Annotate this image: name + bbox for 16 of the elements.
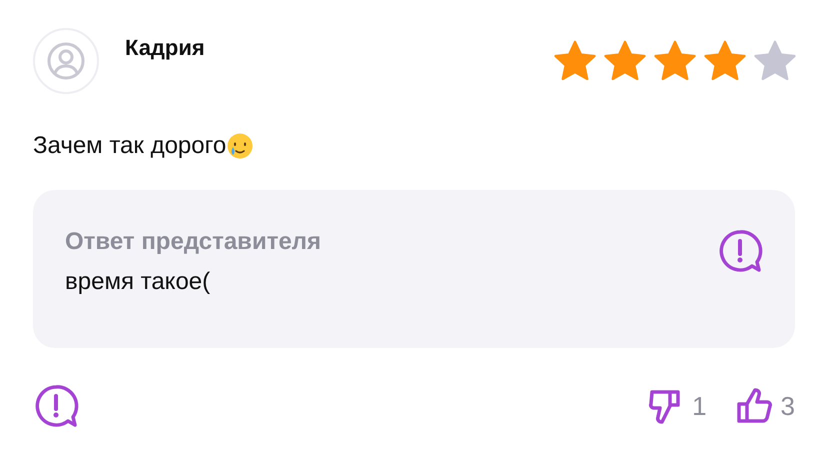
star-icon <box>702 39 748 83</box>
star-icon <box>752 39 798 83</box>
report-icon[interactable] <box>717 228 763 274</box>
reply-text: время такое( <box>65 268 212 296</box>
author-name: Кадрия <box>125 35 205 61</box>
user-icon <box>47 42 85 80</box>
review-text: Зачем так дорого <box>33 132 226 160</box>
like-count: 3 <box>780 390 795 422</box>
star-icon <box>652 39 698 83</box>
report-icon[interactable] <box>33 383 79 429</box>
thumbs-up-icon[interactable] <box>734 386 773 426</box>
star-icon <box>602 39 648 83</box>
dislike-count: 1 <box>692 390 707 422</box>
smiling-face-with-tear-icon <box>226 132 254 160</box>
star-icon <box>552 39 598 83</box>
reply-title: Ответ представителя <box>65 228 322 256</box>
